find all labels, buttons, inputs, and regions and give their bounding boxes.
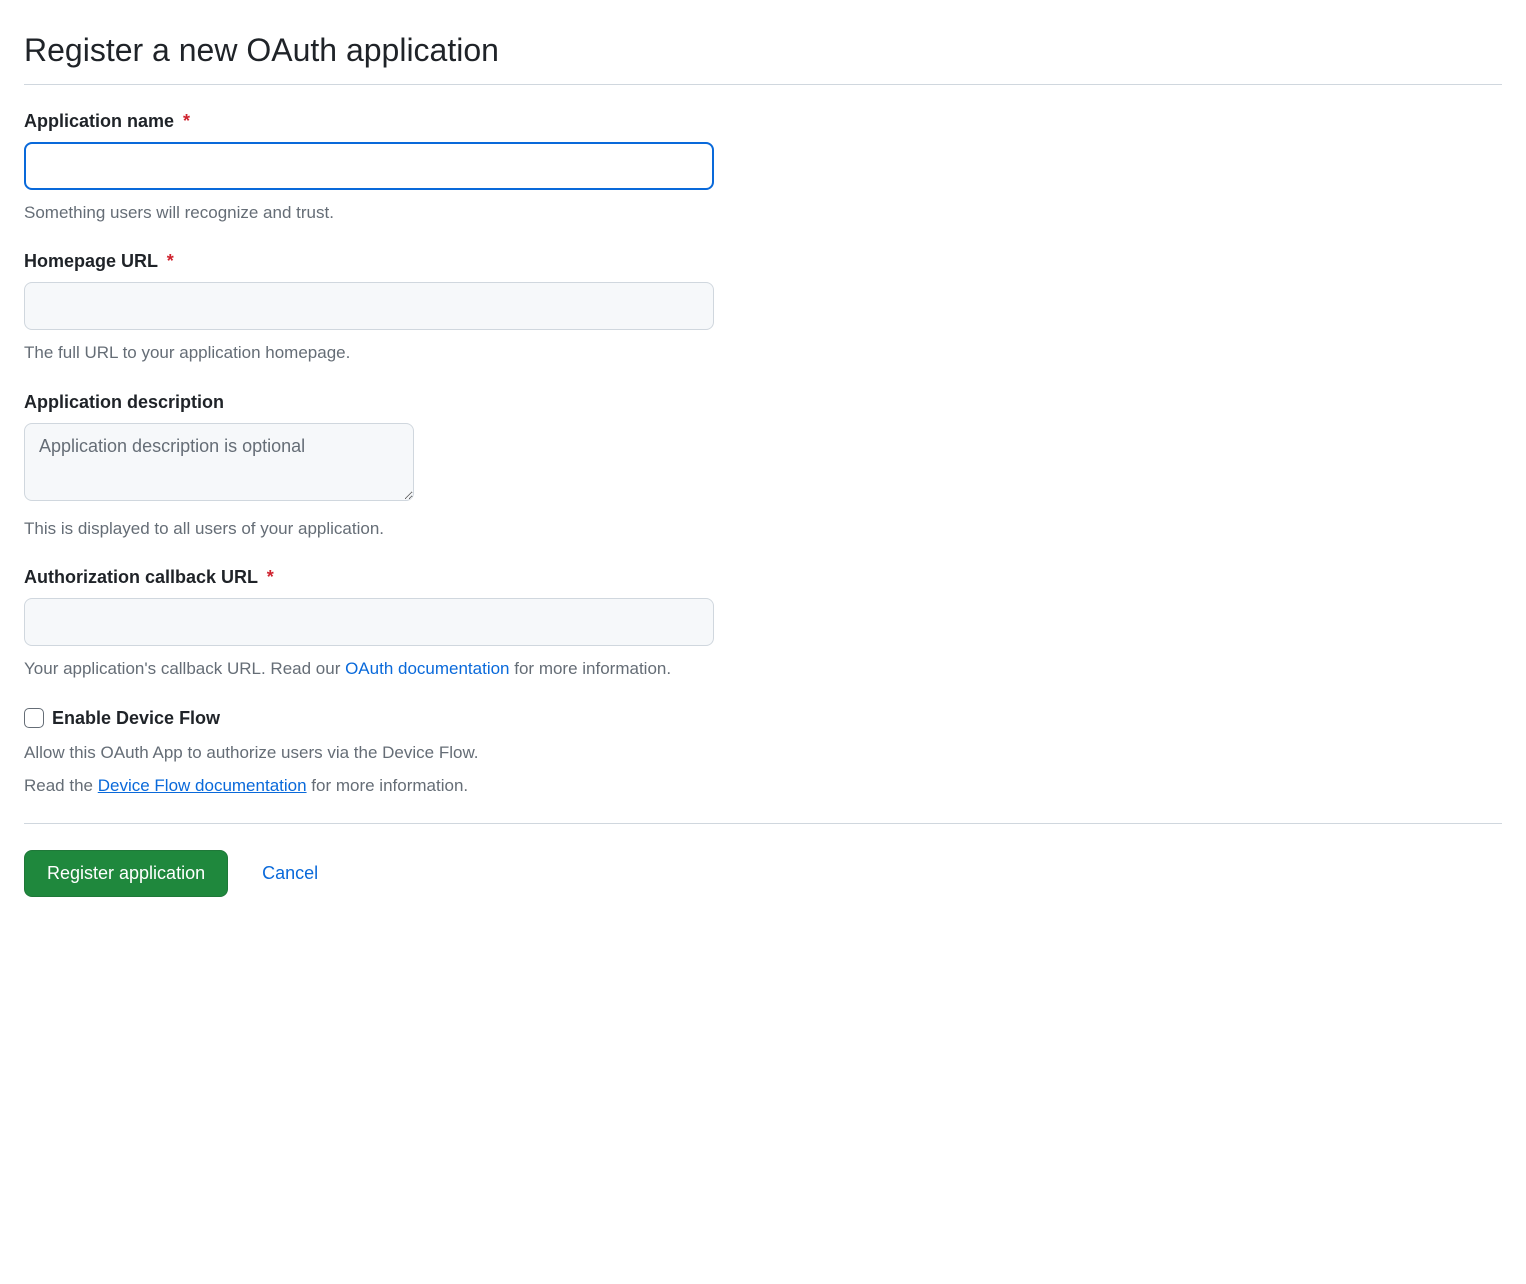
hint-suffix: for more information. [510, 659, 672, 678]
hint-prefix: Read the [24, 776, 98, 795]
device-flow-documentation-link[interactable]: Device Flow documentation [98, 776, 307, 795]
required-asterisk-icon: * [183, 111, 190, 131]
hint-device-flow-1: Allow this OAuth App to authorize users … [24, 739, 1502, 766]
field-application-name: Application name * Something users will … [24, 111, 1502, 226]
hint-callback-url: Your application's callback URL. Read ou… [24, 656, 1502, 682]
input-description[interactable] [24, 423, 414, 501]
input-homepage-url[interactable] [24, 282, 714, 330]
label-text: Application name [24, 111, 174, 131]
label-text: Application description [24, 392, 224, 412]
divider [24, 823, 1502, 824]
label-homepage-url: Homepage URL * [24, 251, 1502, 272]
label-text: Homepage URL [24, 251, 158, 271]
input-application-name[interactable] [24, 142, 714, 190]
checkbox-device-flow[interactable] [24, 708, 44, 728]
field-callback-url: Authorization callback URL * Your applic… [24, 567, 1502, 682]
hint-suffix: for more information. [307, 776, 469, 795]
label-callback-url: Authorization callback URL * [24, 567, 1502, 588]
field-description: Application description This is displaye… [24, 392, 1502, 542]
required-asterisk-icon: * [267, 567, 274, 587]
hint-application-name: Something users will recognize and trust… [24, 200, 1502, 226]
field-homepage-url: Homepage URL * The full URL to your appl… [24, 251, 1502, 366]
hint-homepage-url: The full URL to your application homepag… [24, 340, 1502, 366]
label-description: Application description [24, 392, 1502, 413]
oauth-documentation-link[interactable]: OAuth documentation [345, 659, 509, 678]
input-callback-url[interactable] [24, 598, 714, 646]
hint-device-flow-2: Read the Device Flow documentation for m… [24, 772, 1502, 799]
hint-prefix: Your application's callback URL. Read ou… [24, 659, 345, 678]
required-asterisk-icon: * [167, 251, 174, 271]
form-actions: Register application Cancel [24, 850, 1502, 897]
cancel-button[interactable]: Cancel [262, 863, 318, 884]
label-device-flow: Enable Device Flow [52, 708, 220, 729]
field-device-flow: Enable Device Flow Allow this OAuth App … [24, 708, 1502, 799]
register-application-button[interactable]: Register application [24, 850, 228, 897]
label-application-name: Application name * [24, 111, 1502, 132]
page-title: Register a new OAuth application [24, 30, 1502, 85]
label-text: Authorization callback URL [24, 567, 258, 587]
hint-description: This is displayed to all users of your a… [24, 516, 1502, 542]
